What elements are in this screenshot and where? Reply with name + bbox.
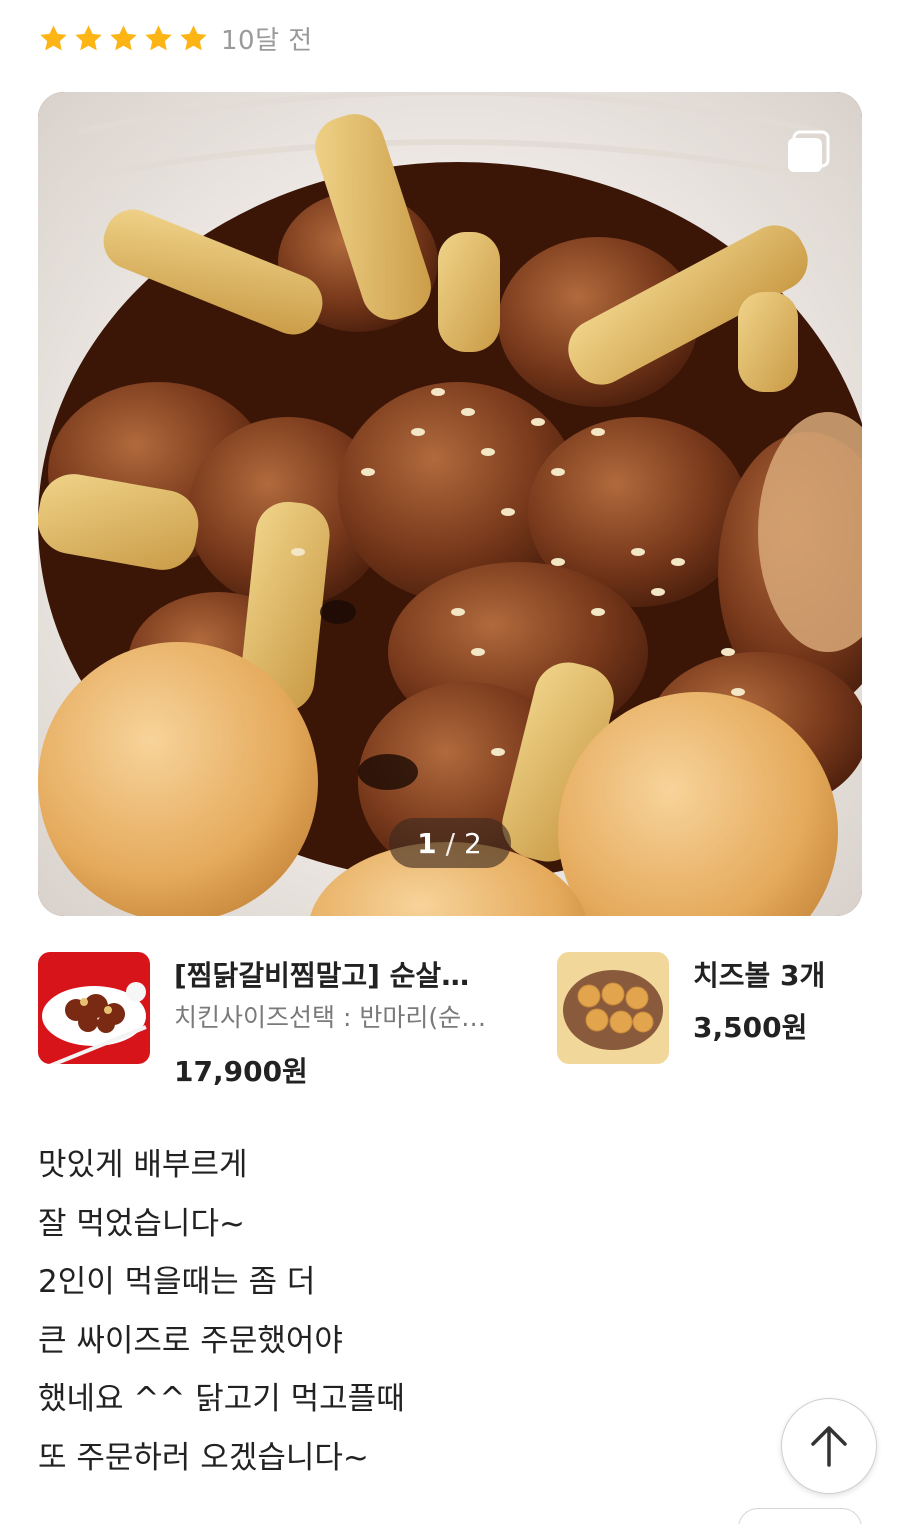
menu-price: 17,900원 bbox=[174, 1055, 308, 1088]
menu-name: [찜닭갈비찜말고] 순살숯… bbox=[174, 959, 492, 992]
star-icon bbox=[75, 24, 102, 50]
ordered-menu-item[interactable]: [찜닭갈비찜말고] 순살숯… 치킨사이즈선택 : 반마리(순… 17,900원 bbox=[38, 952, 508, 1092]
review-photo[interactable] bbox=[38, 92, 862, 916]
review-text-line: 맛있게 배부르게 bbox=[38, 1147, 248, 1183]
star-icon bbox=[180, 24, 207, 50]
menu-price: 3,500원 bbox=[693, 1011, 808, 1044]
review-time-ago: 10달 전 bbox=[221, 25, 313, 56]
menu-thumbnail[interactable] bbox=[557, 952, 669, 1064]
star-icon bbox=[110, 24, 137, 50]
menu-option: 치킨사이즈선택 : 반마리(순… bbox=[174, 1003, 487, 1032]
multi-photo-icon bbox=[788, 130, 830, 172]
rating-row: 10달 전 bbox=[38, 18, 313, 58]
star-rating bbox=[38, 23, 209, 54]
photo-page-separator: / bbox=[445, 826, 457, 860]
star-icon bbox=[145, 24, 172, 50]
photo-page-current: 1 bbox=[417, 826, 438, 860]
ordered-menu-item[interactable]: 치즈볼 3개 3,500원 bbox=[557, 952, 857, 1064]
review-text-line: 큰 싸이즈로 주문했어야 bbox=[38, 1322, 343, 1359]
photo-page-total: 2 bbox=[464, 826, 483, 860]
review-text-line: 잘 먹었습니다~ bbox=[38, 1205, 245, 1242]
review-card: 10달 전 1 / 2 [찜닭갈비찜말고] 순살숯… 치킨사이즈선택: 반마리… bbox=[0, 0, 900, 1524]
menu-thumbnail[interactable] bbox=[38, 952, 150, 1064]
star-icon bbox=[40, 24, 67, 50]
arrow-up-icon bbox=[811, 1426, 847, 1467]
photo-page-indicator: 1 / 2 bbox=[389, 818, 511, 868]
review-photo-carousel[interactable]: 1 / 2 bbox=[38, 92, 862, 916]
menu-name: 치즈볼 3개 bbox=[693, 959, 826, 992]
review-text: 맛있게 배부르게 잘 먹었습니다~ 2인이 먹을때는 좀 더 큰 싸이즈로 주문… bbox=[38, 1136, 738, 1487]
review-text-line: 또 주문하러 오겠습니다~ bbox=[38, 1439, 369, 1476]
review-text-line: 했네요 ^^ 닭고기 먹고플때 bbox=[38, 1381, 405, 1417]
review-text-line: 2인이 먹을때는 좀 더 bbox=[38, 1264, 316, 1300]
floating-button-partial[interactable] bbox=[738, 1508, 862, 1524]
scroll-to-top-button[interactable] bbox=[781, 1398, 877, 1494]
